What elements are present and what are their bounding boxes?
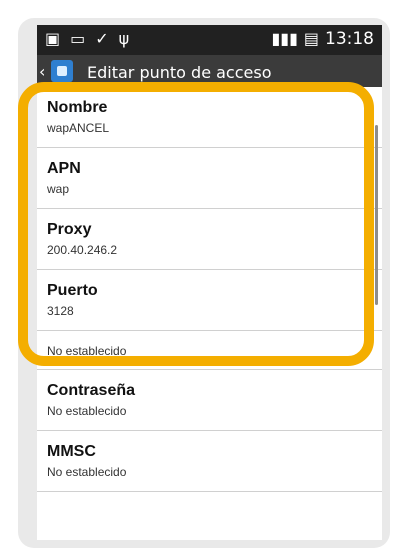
apn-settings-list: Nombre wapANCEL APN wap Proxy 200.40.246…	[37, 87, 382, 492]
phone-screen: ▣ ▭ ✓ ψ ▮▮▮ ▤ 13:18 ‹ Editar punto de ac…	[37, 25, 382, 540]
battery-charging-icon: ▤	[303, 29, 319, 48]
item-value: No establecido	[47, 404, 127, 418]
list-item-nombre[interactable]: Nombre wapANCEL	[37, 87, 382, 148]
check-icon: ✓	[95, 29, 109, 48]
status-time: 13:18	[325, 29, 374, 49]
usb-icon: ψ	[118, 29, 130, 48]
item-label: Nombre	[47, 99, 108, 116]
status-icons-right: ▮▮▮ ▤ 13:18	[271, 29, 374, 49]
app-icon[interactable]	[51, 60, 73, 82]
sd-card-icon: ▣	[45, 29, 61, 48]
item-label: Proxy	[47, 221, 92, 238]
back-chevron-icon[interactable]: ‹	[39, 62, 45, 81]
item-label: Puerto	[47, 282, 98, 299]
item-value: wap	[47, 182, 70, 196]
item-label: MMSC	[47, 443, 96, 460]
signal-3g-icon: ▮▮▮	[271, 29, 298, 48]
list-item-mmsc[interactable]: MMSC No establecido	[37, 431, 382, 492]
image-icon: ▭	[70, 29, 86, 48]
status-icons-left: ▣ ▭ ✓ ψ	[45, 29, 129, 49]
scrollbar[interactable]	[375, 125, 378, 305]
status-bar: ▣ ▭ ✓ ψ ▮▮▮ ▤ 13:18	[37, 25, 382, 55]
item-value: 3128	[47, 304, 74, 318]
item-value: No establecido	[47, 344, 127, 358]
list-item-proxy[interactable]: Proxy 200.40.246.2	[37, 209, 382, 270]
action-bar: ‹ Editar punto de acceso	[37, 55, 382, 87]
item-value: wapANCEL	[47, 121, 110, 135]
page-title: Editar punto de acceso	[87, 63, 272, 82]
list-item-puerto[interactable]: Puerto 3128	[37, 270, 382, 331]
item-value: 200.40.246.2	[47, 243, 118, 257]
list-item-apn[interactable]: APN wap	[37, 148, 382, 209]
list-item-contrasena[interactable]: Contraseña No establecido	[37, 370, 382, 431]
item-value: No establecido	[47, 465, 127, 479]
list-item-partial[interactable]: No establecido	[37, 331, 382, 370]
item-label: APN	[47, 160, 81, 177]
item-label: Contraseña	[47, 382, 136, 399]
